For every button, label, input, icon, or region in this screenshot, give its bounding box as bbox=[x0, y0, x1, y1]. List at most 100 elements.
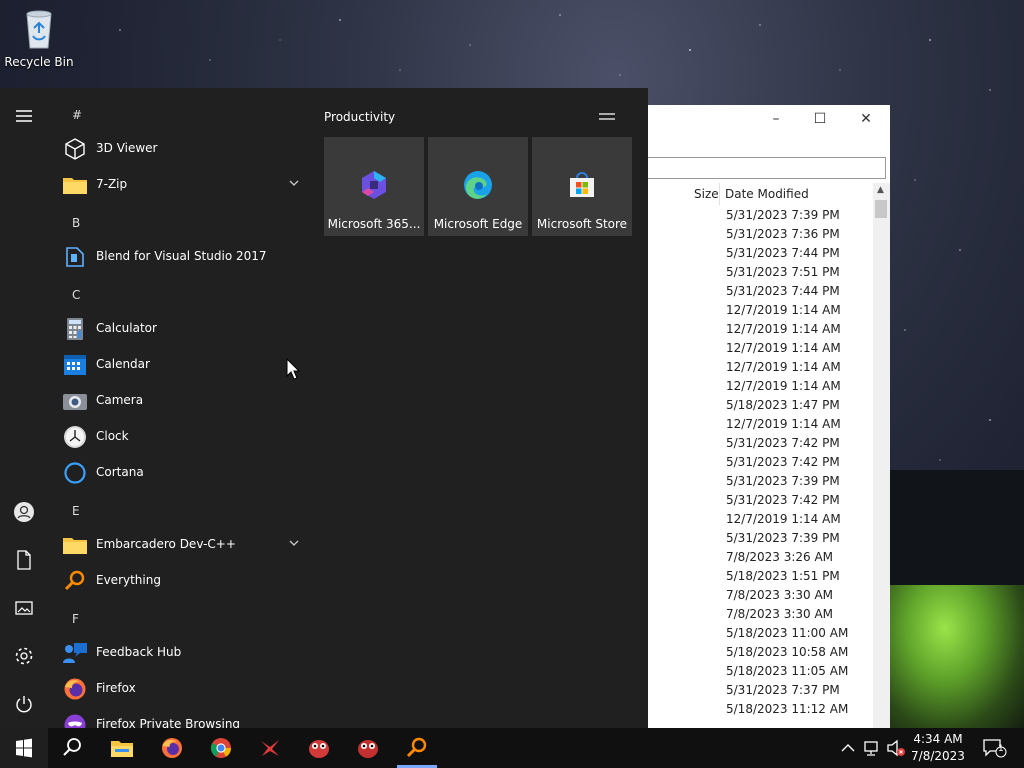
taskbar-app-red-x[interactable] bbox=[246, 728, 294, 768]
list-item[interactable]: 5/18/2023 1:51 PM bbox=[726, 567, 848, 586]
app-clock[interactable]: Clock bbox=[62, 421, 312, 453]
app-firefox-private-browsing[interactable]: Firefox Private Browsing bbox=[62, 709, 312, 728]
list-item[interactable]: 12/7/2019 1:14 AM bbox=[726, 377, 848, 396]
folder-icon bbox=[63, 178, 87, 194]
list-item[interactable]: 5/18/2023 10:58 AM bbox=[726, 643, 848, 662]
settings-gear-icon[interactable] bbox=[12, 644, 36, 668]
taskbar: 4:34 AM 7/8/2023 1 bbox=[0, 728, 1024, 768]
chevron-down-icon[interactable] bbox=[286, 175, 302, 191]
system-clock[interactable]: 4:34 AM 7/8/2023 bbox=[908, 731, 968, 765]
tile-label: Microsoft Store bbox=[536, 217, 628, 231]
app-embarcadero-devcpp-folder[interactable]: Embarcadero Dev-C++ bbox=[62, 529, 312, 561]
scrollbar-thumb[interactable] bbox=[875, 200, 887, 218]
app-name: Embarcadero Dev-C++ bbox=[96, 537, 236, 551]
feedback-hub-icon bbox=[63, 643, 87, 663]
file-explorer-window[interactable]: – ☐ ✕ Size Date Modified ▲ 5/31/2023 7:3… bbox=[640, 105, 890, 728]
cube-icon bbox=[65, 138, 85, 160]
app-calendar[interactable]: Calendar bbox=[62, 349, 312, 381]
list-item[interactable]: 5/31/2023 7:51 PM bbox=[726, 263, 848, 282]
action-center-button[interactable]: 1 bbox=[982, 738, 1010, 758]
list-item[interactable]: 5/31/2023 7:39 PM bbox=[726, 529, 848, 548]
list-item[interactable]: 5/31/2023 7:44 PM bbox=[726, 244, 848, 263]
list-item[interactable]: 5/18/2023 11:00 AM bbox=[726, 624, 848, 643]
firefox-icon bbox=[64, 678, 86, 700]
taskbar-firefox[interactable] bbox=[148, 728, 196, 768]
app-blend-visual-studio[interactable]: Blend for Visual Studio 2017 bbox=[62, 241, 312, 273]
hamburger-menu-icon[interactable] bbox=[12, 104, 36, 128]
list-item[interactable]: 12/7/2019 1:14 AM bbox=[726, 358, 848, 377]
list-item[interactable]: 5/31/2023 7:44 PM bbox=[726, 282, 848, 301]
app-feedback-hub[interactable]: Feedback Hub bbox=[62, 637, 312, 669]
list-item[interactable]: 5/18/2023 11:12 AM bbox=[726, 700, 848, 719]
list-item[interactable]: 5/18/2023 1:47 PM bbox=[726, 396, 848, 415]
list-item[interactable]: 5/31/2023 7:39 PM bbox=[726, 472, 848, 491]
list-item[interactable]: 5/31/2023 7:39 PM bbox=[726, 206, 848, 225]
close-button[interactable]: ✕ bbox=[852, 111, 880, 131]
scroll-up-arrow-icon[interactable]: ▲ bbox=[877, 185, 884, 195]
column-header-date-modified[interactable]: Date Modified bbox=[725, 187, 809, 201]
app-calculator[interactable]: Calculator bbox=[62, 313, 312, 345]
list-item[interactable]: 12/7/2019 1:14 AM bbox=[726, 320, 848, 339]
notification-icon bbox=[983, 739, 1007, 758]
app-name: 7-Zip bbox=[96, 177, 128, 191]
list-item[interactable]: 5/31/2023 7:42 PM bbox=[726, 453, 848, 472]
store-icon bbox=[570, 172, 594, 197]
app-3d-viewer[interactable]: 3D Viewer bbox=[62, 133, 312, 165]
section-letter-c[interactable]: C bbox=[72, 288, 80, 302]
list-item[interactable]: 5/31/2023 7:42 PM bbox=[726, 434, 848, 453]
tile-microsoft-store[interactable]: Microsoft Store bbox=[532, 137, 632, 236]
tile-microsoft-edge[interactable]: Microsoft Edge bbox=[428, 137, 528, 236]
taskbar-search-button[interactable] bbox=[48, 728, 96, 768]
taskbar-chrome[interactable] bbox=[197, 728, 245, 768]
network-icon[interactable] bbox=[862, 738, 882, 758]
volume-muted-icon[interactable] bbox=[886, 738, 906, 758]
chevron-down-icon[interactable] bbox=[286, 535, 302, 551]
tile-group-title[interactable]: Productivity bbox=[324, 110, 395, 124]
maximize-button[interactable]: ☐ bbox=[806, 111, 834, 131]
section-letter-b[interactable]: B bbox=[72, 216, 80, 230]
list-item[interactable]: 12/7/2019 1:14 AM bbox=[726, 415, 848, 434]
column-divider bbox=[719, 183, 720, 205]
column-header-size[interactable]: Size bbox=[694, 187, 719, 201]
tile-microsoft-365[interactable]: Microsoft 365... bbox=[324, 137, 424, 236]
section-letter-hash[interactable]: # bbox=[72, 108, 82, 122]
list-item[interactable]: 12/7/2019 1:14 AM bbox=[726, 510, 848, 529]
list-item[interactable]: 5/31/2023 7:42 PM bbox=[726, 491, 848, 510]
section-letter-f[interactable]: F bbox=[72, 612, 79, 626]
group-menu-icon[interactable] bbox=[598, 112, 616, 122]
tile-label: Microsoft Edge bbox=[433, 217, 523, 231]
app-firefox[interactable]: Firefox bbox=[62, 673, 312, 705]
cortana-icon bbox=[64, 462, 86, 484]
taskbar-everything[interactable] bbox=[393, 728, 441, 768]
taskbar-app-mascot-2[interactable] bbox=[344, 728, 392, 768]
recycle-bin-desktop-icon[interactable]: Recycle Bin bbox=[4, 6, 74, 69]
recycle-bin-icon bbox=[26, 10, 52, 49]
taskbar-app-mascot-1[interactable] bbox=[295, 728, 343, 768]
app-camera[interactable]: Camera bbox=[62, 385, 312, 417]
documents-icon[interactable] bbox=[12, 548, 36, 572]
app-7-zip-folder[interactable]: 7-Zip bbox=[62, 169, 312, 201]
app-everything[interactable]: Everything bbox=[62, 565, 312, 597]
list-item[interactable]: 5/31/2023 7:37 PM bbox=[726, 681, 848, 700]
list-item[interactable]: 5/18/2023 11:05 AM bbox=[726, 662, 848, 681]
section-letter-e[interactable]: E bbox=[72, 504, 80, 518]
address-bar[interactable] bbox=[640, 157, 886, 179]
list-item[interactable]: 7/8/2023 3:30 AM bbox=[726, 605, 848, 624]
list-item[interactable]: 12/7/2019 1:14 AM bbox=[726, 301, 848, 320]
list-item[interactable]: 5/31/2023 7:36 PM bbox=[726, 225, 848, 244]
list-item[interactable]: 7/8/2023 3:26 AM bbox=[726, 548, 848, 567]
start-button[interactable] bbox=[0, 728, 48, 768]
power-icon[interactable] bbox=[12, 692, 36, 716]
app-cortana[interactable]: Cortana bbox=[62, 457, 312, 489]
user-account-icon[interactable] bbox=[12, 500, 36, 524]
vertical-scrollbar[interactable] bbox=[873, 183, 890, 728]
show-hidden-icons-chevron-up-icon[interactable] bbox=[838, 738, 858, 758]
list-item[interactable]: 12/7/2019 1:14 AM bbox=[726, 339, 848, 358]
minimize-button[interactable]: – bbox=[762, 111, 790, 131]
red-x-app-icon bbox=[261, 740, 279, 756]
camera-icon bbox=[63, 394, 87, 410]
taskbar-file-explorer[interactable] bbox=[98, 728, 146, 768]
list-item[interactable]: 7/8/2023 3:30 AM bbox=[726, 586, 848, 605]
tile-label: Microsoft 365... bbox=[327, 217, 421, 231]
pictures-icon[interactable] bbox=[12, 596, 36, 620]
